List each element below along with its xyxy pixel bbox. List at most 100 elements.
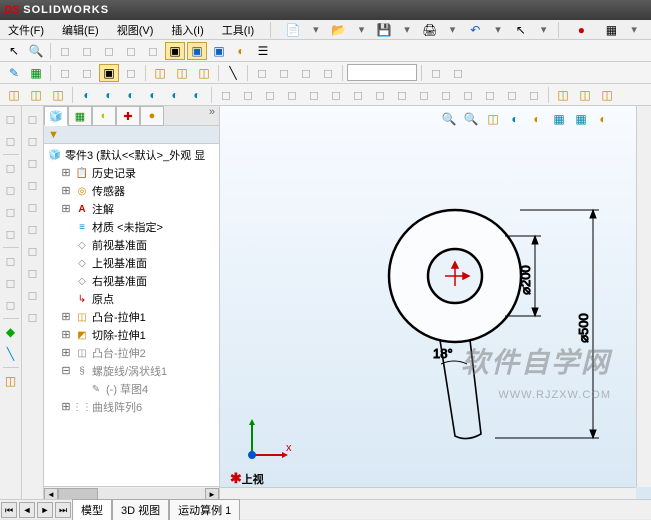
tb-icon[interactable]: ◻ <box>348 86 368 104</box>
vt-icon[interactable]: ◐ <box>527 110 547 128</box>
tree-node[interactable]: ⊞⋮⋮曲线阵列6 <box>46 398 217 416</box>
tb-icon[interactable]: ◻ <box>121 64 141 82</box>
lb-icon[interactable]: ◫ <box>1 372 21 390</box>
tree-node[interactable]: ⊞📋历史记录 <box>46 164 217 182</box>
tb-icon[interactable]: ◻ <box>274 64 294 82</box>
tb-icon[interactable]: ↖ <box>4 42 24 60</box>
print-icon[interactable]: 🖨 <box>420 21 440 39</box>
tb-icon[interactable]: ◻ <box>326 86 346 104</box>
tree-node[interactable]: ⊞◫凸台-拉伸2 <box>46 344 217 362</box>
tb-icon[interactable]: ◻ <box>414 86 434 104</box>
tb-icon[interactable]: ◐ <box>77 86 97 104</box>
menu-view[interactable]: 视图(V) <box>113 20 158 40</box>
tb-icon[interactable]: ◻ <box>77 42 97 60</box>
lb-icon[interactable]: ◻ <box>23 264 43 282</box>
vt-icon[interactable]: ◐ <box>505 110 525 128</box>
collapse-icon[interactable]: ⊟ <box>60 364 72 378</box>
save-icon[interactable]: 💾 <box>374 21 394 39</box>
undo-icon[interactable]: ↶ <box>465 21 485 39</box>
tb-icon[interactable]: ◻ <box>318 64 338 82</box>
tb-icon[interactable]: ◻ <box>55 42 75 60</box>
expand-icon[interactable]: ⊞ <box>60 310 72 324</box>
tab-model[interactable]: 模型 <box>72 499 112 520</box>
tb-icon[interactable]: ◻ <box>524 86 544 104</box>
tb-icon[interactable]: 🔍 <box>26 42 46 60</box>
line-icon[interactable]: ╲ <box>223 64 243 82</box>
tab-next-icon[interactable]: ► <box>37 502 53 518</box>
lb-icon[interactable]: ◻ <box>23 110 43 128</box>
filter-icon[interactable]: ▼ <box>48 129 59 141</box>
tb-icon[interactable]: ▣ <box>165 42 185 60</box>
toolbar-combo[interactable] <box>347 64 417 81</box>
tb-icon[interactable]: ◫ <box>597 86 617 104</box>
tb-icon[interactable]: ◻ <box>260 86 280 104</box>
lb-icon[interactable]: ◻ <box>23 154 43 172</box>
lb-icon[interactable]: ◻ <box>1 203 21 221</box>
tb-icon[interactable]: ◻ <box>370 86 390 104</box>
viewport[interactable]: 🔍 🔍 ◫ ◐ ◐ ▦ ▦ ◐ <box>220 106 651 501</box>
tab-3dview[interactable]: 3D 视图 <box>112 499 169 520</box>
tb-icon[interactable]: ◻ <box>143 42 163 60</box>
tb-icon[interactable]: ◻ <box>282 86 302 104</box>
tree-node[interactable]: ≡材质 <未指定> <box>46 218 217 236</box>
tb-icon[interactable]: ◐ <box>99 86 119 104</box>
tree-node[interactable]: ↳原点 <box>46 290 217 308</box>
expand-icon[interactable]: ⊞ <box>60 202 72 216</box>
sketch-icon[interactable]: ✎ <box>4 64 24 82</box>
lb-icon[interactable]: ◆ <box>1 323 21 341</box>
lb-icon[interactable]: ◻ <box>1 274 21 292</box>
tree-node[interactable]: ✎(-) 草图4 <box>46 380 217 398</box>
panel-expand-icon[interactable]: » <box>205 106 219 125</box>
lb-icon[interactable]: ◻ <box>23 308 43 326</box>
menu-tools[interactable]: 工具(I) <box>218 20 258 40</box>
lb-icon[interactable]: ◻ <box>23 198 43 216</box>
menu-edit[interactable]: 编辑(E) <box>58 20 103 40</box>
menu-insert[interactable]: 插入(I) <box>167 20 207 40</box>
tb-icon[interactable]: ◫ <box>26 86 46 104</box>
zoom-fit-icon[interactable]: 🔍 <box>439 110 459 128</box>
options-icon[interactable]: ▦ <box>601 21 621 39</box>
tree-node[interactable]: ◇右视基准面 <box>46 272 217 290</box>
tb-icon[interactable]: ◐ <box>121 86 141 104</box>
expand-icon[interactable]: ⊞ <box>60 184 72 198</box>
lb-icon[interactable]: ◻ <box>23 176 43 194</box>
tb-icon[interactable]: ◻ <box>121 42 141 60</box>
tb-icon[interactable]: ▦ <box>26 64 46 82</box>
tb-icon[interactable]: ◐ <box>231 42 251 60</box>
tree-node[interactable]: ◇上视基准面 <box>46 254 217 272</box>
panel-tab-icon[interactable]: ▦ <box>68 106 92 126</box>
menu-file[interactable]: 文件(F) <box>4 20 48 40</box>
expand-icon[interactable]: ⊞ <box>60 400 72 414</box>
lb-icon[interactable]: ◻ <box>1 225 21 243</box>
tab-prev-icon[interactable]: ◄ <box>19 502 35 518</box>
tree-node[interactable]: ⊞A注解 <box>46 200 217 218</box>
tb-icon[interactable]: ◫ <box>150 64 170 82</box>
tb-icon[interactable]: ◻ <box>426 64 446 82</box>
expand-icon[interactable]: ⊞ <box>60 166 72 180</box>
viewport-vscroll[interactable] <box>636 106 651 487</box>
vt-icon[interactable]: ◐ <box>593 110 613 128</box>
panel-tab-tree-icon[interactable]: 🧊 <box>44 106 68 126</box>
tb-icon[interactable]: ◻ <box>296 64 316 82</box>
expand-icon[interactable]: ⊞ <box>60 346 72 360</box>
rebuild-icon[interactable]: ● <box>571 21 591 39</box>
tb-icon[interactable]: ◻ <box>55 64 75 82</box>
vt-icon[interactable]: ▦ <box>571 110 591 128</box>
tb-icon[interactable]: ◻ <box>77 64 97 82</box>
tb-icon[interactable]: ◐ <box>165 86 185 104</box>
tree-node[interactable]: ⊟§螺旋线/涡状线1 <box>46 362 217 380</box>
open-icon[interactable]: 📂 <box>329 21 349 39</box>
lb-icon[interactable]: ◻ <box>1 296 21 314</box>
panel-tab-icon[interactable]: ◐ <box>92 106 116 126</box>
tb-icon[interactable]: ◫ <box>575 86 595 104</box>
vt-icon[interactable]: ◫ <box>483 110 503 128</box>
tree-node[interactable]: ◇前视基准面 <box>46 236 217 254</box>
tb-icon[interactable]: ◻ <box>238 86 258 104</box>
tb-icon[interactable]: ◻ <box>99 42 119 60</box>
tb-icon[interactable]: ◐ <box>187 86 207 104</box>
vt-icon[interactable]: 🔍 <box>461 110 481 128</box>
tb-icon[interactable]: ◫ <box>172 64 192 82</box>
tb-icon[interactable]: ◻ <box>304 86 324 104</box>
panel-tab-icon[interactable]: ✚ <box>116 106 140 126</box>
tb-icon[interactable]: ◫ <box>553 86 573 104</box>
